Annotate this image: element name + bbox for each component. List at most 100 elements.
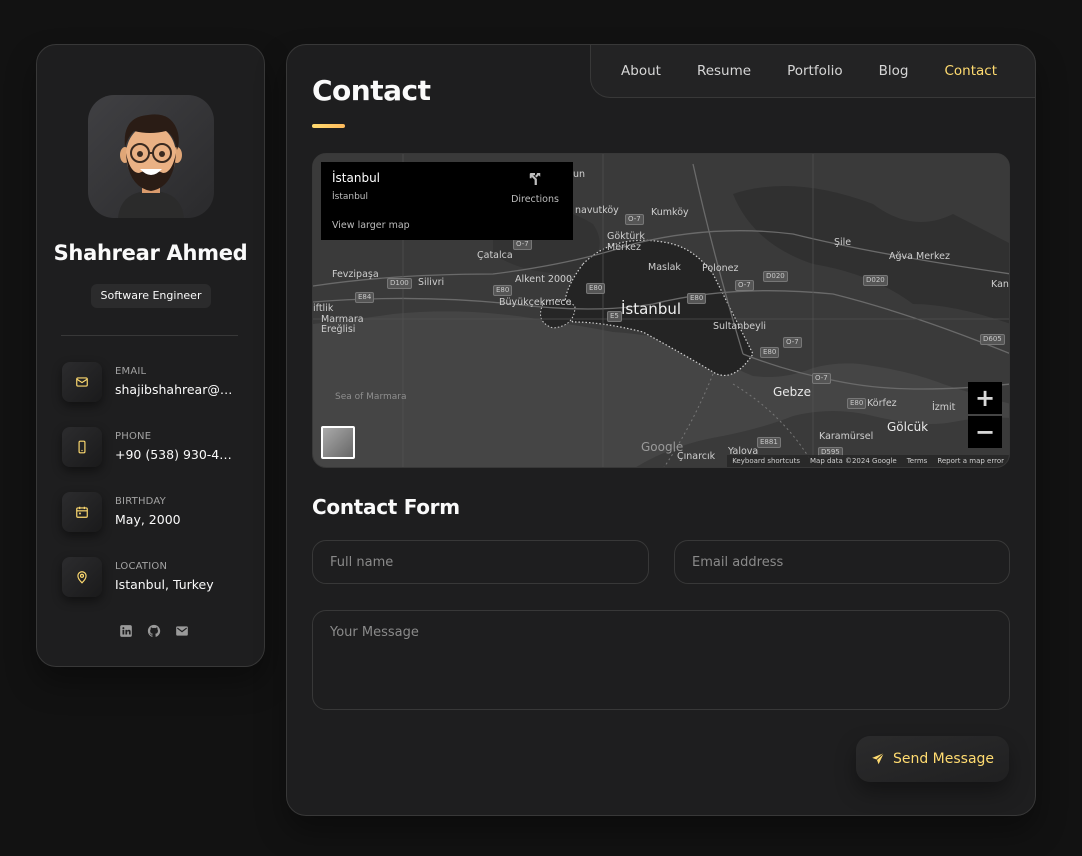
- map-label-maslak: Maslak: [648, 262, 681, 273]
- email-link[interactable]: shajibshahrear@g...: [115, 382, 233, 397]
- map-attribution: Keyboard shortcuts Map data ©2024 Google…: [727, 455, 1009, 467]
- map-label-korfez: Körfez: [867, 398, 897, 409]
- contact-form-title: Contact Form: [312, 495, 460, 519]
- road-badge: E80: [687, 293, 707, 304]
- road-badge: E80: [493, 285, 513, 296]
- road-badge: O-7: [812, 373, 831, 384]
- road-badge: O-7: [625, 214, 644, 225]
- github-icon[interactable]: [147, 623, 161, 637]
- fullname-input[interactable]: [312, 540, 649, 584]
- road-badge: D020: [863, 275, 888, 286]
- birthday-value: May, 2000: [115, 512, 181, 527]
- directions-icon: [529, 173, 541, 185]
- email-input[interactable]: [674, 540, 1010, 584]
- map-label-sea: Sea of Marmara: [335, 392, 407, 402]
- phone-link[interactable]: +90 (538) 930-4749: [115, 447, 233, 462]
- map-label-golcuk: Gölcük: [887, 420, 929, 434]
- nav-blog[interactable]: Blog: [879, 63, 909, 79]
- title-underline: [312, 124, 345, 128]
- directions-label: Directions: [511, 194, 559, 205]
- map-label-sultanbeyli: Sultanbeyli: [713, 321, 767, 332]
- contact-label: Birthday: [115, 496, 166, 507]
- map-label-izmit: İzmit: [932, 402, 956, 413]
- map-label-alkent: Alkent 2000: [515, 274, 573, 285]
- send-icon: [872, 752, 885, 765]
- map-layer-toggle[interactable]: [321, 426, 355, 459]
- map-label-kumkoy: Kumköy: [651, 207, 689, 218]
- map-label-arnavutkoy: navutköy: [575, 205, 619, 216]
- terms-link[interactable]: Terms: [907, 457, 928, 465]
- road-badge: O-7: [735, 280, 754, 291]
- directions-button[interactable]: Directions: [507, 170, 563, 205]
- main-panel: About Resume Portfolio Blog Contact Cont…: [286, 44, 1036, 816]
- map-zoom-in-button[interactable]: +: [968, 382, 1002, 414]
- road-badge: E5: [607, 311, 622, 322]
- map-label-fevzipasa: Fevzipaşa: [332, 269, 379, 280]
- profile-title-badge: Software Engineer: [91, 284, 211, 308]
- location-pin-icon: [62, 557, 102, 597]
- contact-item-birthday: Birthday May, 2000: [62, 492, 252, 532]
- plus-icon: +: [974, 384, 996, 412]
- map-label-catalca: Çatalca: [477, 250, 513, 261]
- sidebar: Shahrear Ahmed Software Engineer Email s…: [36, 44, 265, 667]
- contact-item-phone: Phone +90 (538) 930-4749: [62, 427, 252, 467]
- avatar: [88, 95, 214, 218]
- map-label-ciftlik: iftlik: [313, 303, 334, 314]
- map-label-sile: Şile: [834, 237, 852, 248]
- map-label-un: un: [573, 169, 586, 180]
- map-label-agva: Ağva Merkez: [889, 251, 950, 262]
- location-value: Istanbul, Turkey: [115, 577, 214, 592]
- map-label-silivri: Silivri: [418, 277, 445, 288]
- page-title: Contact: [312, 74, 431, 107]
- minus-icon: −: [974, 418, 996, 446]
- profile-name: Shahrear Ahmed: [53, 241, 248, 265]
- map-data-text: Map data ©2024 Google: [809, 457, 897, 465]
- map-label-istanbul: İstanbul: [621, 300, 682, 318]
- map-zoom-out-button[interactable]: −: [968, 416, 1002, 448]
- keyboard-shortcuts-link[interactable]: Keyboard shortcuts: [732, 457, 800, 465]
- report-error-link[interactable]: Report a map error: [937, 457, 1004, 465]
- map-label-polonez: Polonez: [702, 263, 739, 274]
- send-message-button[interactable]: Send Message: [856, 736, 1009, 782]
- map-place-card: İstanbul İstanbul View larger map Direct…: [321, 162, 573, 240]
- view-larger-map-link[interactable]: View larger map: [332, 220, 410, 231]
- place-subtitle: İstanbul: [332, 192, 369, 202]
- place-name: İstanbul: [332, 171, 381, 185]
- road-badge: O-7: [783, 337, 802, 348]
- nav-resume[interactable]: Resume: [697, 63, 751, 79]
- road-badge: E80: [847, 398, 867, 409]
- avatar-memoji-icon: [118, 114, 184, 218]
- road-badge: E80: [586, 283, 606, 294]
- contact-label: Phone: [115, 431, 152, 442]
- road-badge: O-7: [513, 239, 532, 250]
- nav-portfolio[interactable]: Portfolio: [787, 63, 843, 79]
- map-label-marmara-ereglisi: Marmara Ereğlisi: [321, 314, 364, 335]
- map-label-buyukcekmece: Büyükçekmece: [499, 297, 572, 308]
- road-badge: D605: [980, 334, 1005, 345]
- message-textarea[interactable]: [312, 610, 1010, 710]
- smartphone-icon: [62, 427, 102, 467]
- road-badge: E80: [760, 347, 780, 358]
- contact-label: Email: [115, 366, 147, 377]
- road-badge: D100: [387, 278, 412, 289]
- send-button-label: Send Message: [892, 751, 995, 767]
- map-label-karamursel: Karamürsel: [819, 431, 874, 442]
- sidebar-separator: [61, 335, 238, 336]
- road-badge: E84: [355, 292, 375, 303]
- nav-contact[interactable]: Contact: [944, 63, 997, 79]
- map-label-gokturk: Göktürk Merkez: [607, 231, 645, 253]
- social-links: [119, 623, 189, 637]
- contact-item-location: Location Istanbul, Turkey: [62, 557, 252, 597]
- contact-label: Location: [115, 561, 168, 572]
- map-embed[interactable]: İstanbul Gebze Gölcük Kumköy Şile Ağva M…: [312, 153, 1010, 468]
- road-badge: D020: [763, 271, 788, 282]
- mail-icon[interactable]: [175, 623, 189, 637]
- calendar-icon: [62, 492, 102, 532]
- linkedin-icon[interactable]: [119, 623, 133, 637]
- map-label-kan: Kan: [991, 279, 1009, 290]
- top-navbar: About Resume Portfolio Blog Contact: [590, 44, 1036, 98]
- google-logo: Google: [641, 440, 684, 454]
- nav-about[interactable]: About: [621, 63, 661, 79]
- map-label-gebze: Gebze: [773, 385, 811, 399]
- road-badge: E881: [757, 437, 781, 448]
